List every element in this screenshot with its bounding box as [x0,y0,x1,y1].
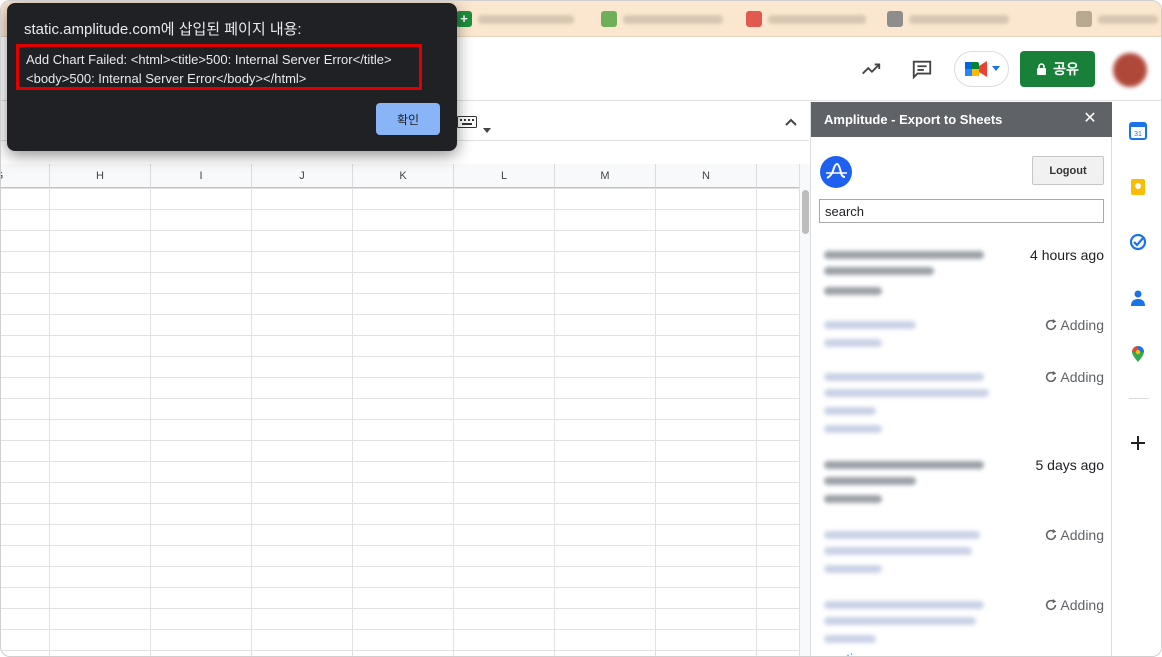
item-status: 5 days ago [1035,457,1105,473]
bookmark-2[interactable] [601,10,723,28]
tasks-button[interactable] [1128,232,1148,252]
panel-footer-text: martinez [824,651,874,656]
dialog-title: static.amplitude.com에 삽입된 페이지 내용: [24,21,302,38]
keyboard-icon [457,116,477,128]
column-header-n[interactable]: N [656,164,757,188]
item-status: Adding [1044,317,1104,333]
item-status: Adding [1044,369,1104,385]
comment-icon [912,60,932,80]
column-header-h[interactable]: H [50,164,151,188]
plus-icon [1131,436,1145,450]
bookmark-5[interactable] [1076,10,1158,28]
calendar-button[interactable]: 31 [1128,121,1148,141]
panel-title-text: Amplitude - Export to Sheets [824,112,1003,127]
item-status: 4 hours ago [1030,247,1104,263]
bookmark-icon [1076,11,1092,27]
list-item[interactable]: Adding [824,369,1104,439]
ok-button[interactable]: 확인 [376,103,440,135]
chevron-up-icon [785,118,797,126]
keep-icon [1131,179,1145,195]
side-rail: 31 [1113,102,1161,656]
refresh-icon [1046,318,1057,331]
browser-window: + 공유 H I J K L M N Amplitude - Export to… [0,0,1162,657]
maps-icon [1132,346,1144,362]
list-item[interactable]: Adding [824,597,1104,649]
list-item[interactable]: 5 days ago [824,457,1104,509]
dialog-message: Add Chart Failed: <html><title>500: Inte… [16,44,422,90]
column-header-g[interactable]: G [1,164,50,188]
maps-button[interactable] [1128,344,1148,364]
tasks-icon [1129,233,1147,251]
keep-button[interactable] [1128,177,1148,197]
chevron-down-icon [483,128,491,133]
list-item[interactable]: Adding [824,317,1104,353]
trending-icon [862,63,881,75]
svg-text:31: 31 [1134,131,1142,138]
item-status: Adding [1044,597,1104,613]
search-input[interactable] [819,199,1104,223]
amplitude-panel: Amplitude - Export to Sheets ✕ Logout 4 … [810,102,1112,656]
meet-icon [964,61,987,77]
column-header-m[interactable]: M [555,164,656,188]
avatar[interactable] [1113,53,1147,87]
share-button[interactable]: 공유 [1020,51,1095,87]
amplitude-logo [820,156,852,188]
panel-title: Amplitude - Export to Sheets [811,102,1112,137]
column-header-j[interactable]: J [252,164,353,188]
column-header-l[interactable]: L [454,164,555,188]
close-icon: ✕ [1083,110,1097,127]
list-item[interactable]: 4 hours ago [824,247,1104,299]
column-header-k[interactable]: K [353,164,454,188]
bookmark-4[interactable] [887,10,1009,28]
bookmark-icon [746,11,762,27]
activity-button[interactable] [855,53,887,85]
calendar-icon: 31 [1129,122,1147,140]
refresh-icon [1046,598,1057,611]
close-panel-button[interactable]: ✕ [1081,110,1099,128]
collapse-toolbar-button[interactable] [785,114,797,132]
get-addons-button[interactable] [1128,433,1148,453]
spreadsheet-grid[interactable]: G H I J K L M N [1,164,799,656]
item-status: Adding [1044,527,1104,543]
grid-cells[interactable] [1,188,799,656]
rail-divider [1129,398,1149,399]
list-item[interactable]: Adding [824,527,1104,579]
vertical-scrollbar[interactable] [799,164,810,656]
logout-button[interactable]: Logout [1032,156,1104,185]
lock-icon [1037,62,1047,75]
input-tools-dropdown[interactable] [483,120,491,138]
contacts-button[interactable] [1128,288,1148,308]
comments-button[interactable] [906,53,938,85]
meet-button[interactable] [954,51,1009,87]
column-header-o[interactable] [757,164,799,188]
contacts-icon [1131,290,1145,306]
share-label: 공유 [1053,61,1079,77]
alert-dialog: static.amplitude.com에 삽입된 페이지 내용: Add Ch… [7,3,457,151]
refresh-icon [1046,370,1057,383]
bookmark-icon [887,11,903,27]
bookmark-icon [601,11,617,27]
scrollbar-thumb[interactable] [802,190,809,234]
bookmark-3[interactable] [746,10,866,28]
refresh-icon [1046,528,1057,541]
column-header-i[interactable]: I [151,164,252,188]
bookmark-sheets[interactable]: + [456,10,574,28]
sheets-icon: + [456,11,472,27]
chevron-down-icon [991,66,1000,71]
input-tools-button[interactable] [457,115,477,133]
